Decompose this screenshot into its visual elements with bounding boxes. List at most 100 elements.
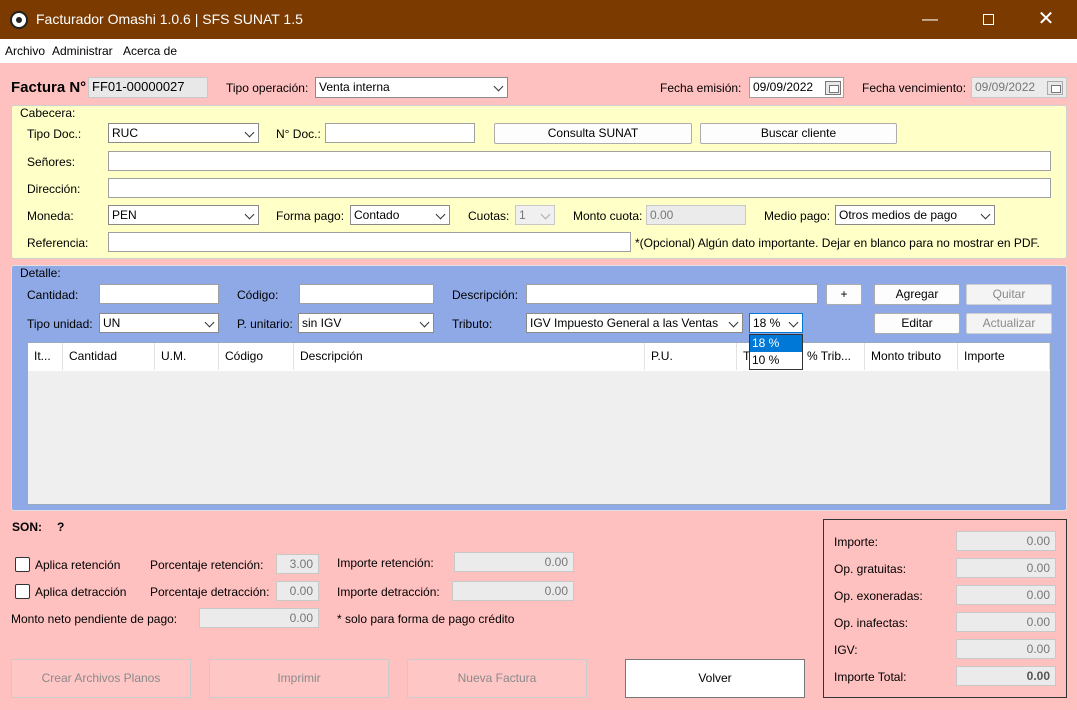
tipo-doc-label: Tipo Doc.: [27,127,82,141]
moneda-label: Moneda: [27,209,74,223]
fecha-vencimiento-label: Fecha vencimiento: [862,81,967,95]
medio-pago-label: Medio pago: [764,209,831,223]
menu-administrar[interactable]: Administrar [52,44,113,58]
fecha-emision-label: Fecha emisión: [660,81,742,95]
porcentaje-select[interactable]: 18 % [749,313,803,333]
chevron-down-icon [435,209,446,220]
monto-cuota-label: Monto cuota: [573,209,643,223]
senores-input[interactable] [108,151,1051,171]
window-title: Facturador Omashi 1.0.6 | SFS SUNAT 1.5 [36,11,303,27]
detalle-title: Detalle: [20,266,61,280]
moneda-select[interactable]: PEN [108,205,259,225]
close-icon[interactable]: ✕ [1017,0,1075,39]
editar-button[interactable]: Editar [874,313,960,334]
tributo-select[interactable]: IGV Impuesto General a las Ventas [526,313,743,333]
menu-archivo[interactable]: Archivo [5,44,45,58]
tipo-unidad-label: Tipo unidad: [27,317,93,331]
tipo-doc-select[interactable]: RUC [108,123,259,143]
calendar-icon[interactable] [825,81,841,95]
inafectas-label: Op. inafectas: [834,616,909,630]
tributo-label: Tributo: [452,317,493,331]
column-header-monto-tributo[interactable]: Monto tributo [865,343,958,370]
chevron-down-icon [980,209,991,220]
tipo-operacion-select[interactable]: Venta interna [315,77,508,98]
chevron-down-icon [728,317,739,328]
inafectas-value: 0.00 [956,612,1056,632]
dropdown-option-10[interactable]: 10 % [750,352,802,369]
codigo-label: Código: [237,288,279,302]
monto-neto-label: Monto neto pendiente de pago: [11,612,178,626]
importe-total-value: 0.00 [956,666,1056,686]
porcentaje-retencion-label: Porcentaje retención: [150,558,264,572]
p-unitario-select[interactable]: sin IGV [298,313,434,333]
column-header-item[interactable]: It... [28,343,63,370]
monto-cuota-input: 0.00 [646,205,746,225]
forma-pago-label: Forma pago: [276,209,345,223]
cantidad-input[interactable] [99,284,219,304]
medio-pago-select[interactable]: Otros medios de pago [835,205,995,225]
column-header-porc-tributo[interactable]: % Trib... [801,343,865,370]
chevron-down-icon [540,209,551,220]
igv-value: 0.00 [956,639,1056,659]
tipo-unidad-select[interactable]: UN [99,313,219,333]
aplica-retencion-label[interactable]: Aplica retención [35,558,120,572]
credito-note: * solo para forma de pago crédito [337,612,515,626]
chevron-down-icon [419,317,430,328]
column-header-descripcion[interactable]: Descripción [294,343,645,370]
monto-neto-input: 0.00 [199,608,319,628]
exoneradas-label: Op. exoneradas: [834,589,923,603]
importe-detraccion-input: 0.00 [452,581,574,601]
maximize-icon[interactable] [959,0,1017,39]
menu-bar: Archivo Administrar Acerca de [0,39,1077,63]
son-label: SON: [12,520,42,534]
items-table[interactable]: It... Cantidad U.M. Código Descripción P… [27,342,1051,505]
descripcion-label: Descripción: [452,288,519,302]
column-header-um[interactable]: U.M. [155,343,219,370]
minimize-icon[interactable]: — [901,0,959,39]
tipo-operacion-label: Tipo operación: [226,81,309,95]
column-header-codigo[interactable]: Código [219,343,294,370]
chevron-down-icon [204,317,215,328]
forma-pago-select[interactable]: Contado [350,205,450,225]
column-header-importe[interactable]: Importe [958,343,1050,370]
referencia-note: *(Opcional) Algún dato importante. Dejar… [635,236,1040,250]
dropdown-option-18[interactable]: 18 % [750,335,802,352]
actualizar-button: Actualizar [966,313,1052,334]
column-header-cantidad[interactable]: Cantidad [63,343,155,370]
p-unitario-label: P. unitario: [237,317,293,331]
descripcion-input[interactable] [526,284,818,304]
direccion-label: Dirección: [27,182,81,196]
senores-label: Señores: [27,155,76,169]
cuotas-label: Cuotas: [468,209,510,223]
volver-button[interactable]: Volver [625,659,805,698]
porcentaje-retencion-input: 3.00 [276,554,319,574]
chevron-down-icon [244,127,255,138]
crear-archivos-button: Crear Archivos Planos [11,659,191,698]
aplica-detraccion-checkbox[interactable] [15,584,30,599]
imprimir-button: Imprimir [209,659,389,698]
nro-doc-input[interactable] [325,123,475,143]
importe-label: Importe: [834,535,879,549]
son-value: ? [57,520,65,534]
buscar-cliente-button[interactable]: Buscar cliente [700,123,897,144]
menu-acerca-de[interactable]: Acerca de [123,44,177,58]
aplica-detraccion-label[interactable]: Aplica detracción [35,585,126,599]
porcentaje-detraccion-label: Porcentaje detracción: [150,585,270,599]
porcentaje-dropdown-list[interactable]: 18 % 10 % [749,334,803,370]
consulta-sunat-button[interactable]: Consulta SUNAT [494,123,692,144]
agregar-button[interactable]: Agregar [874,284,960,305]
cantidad-label: Cantidad: [27,288,79,302]
igv-label: IGV: [834,643,858,657]
importe-total-label: Importe Total: [834,670,907,684]
importe-retencion-input: 0.00 [454,552,574,572]
direccion-input[interactable] [108,178,1051,198]
cuotas-select: 1 [515,205,555,225]
chevron-down-icon [493,81,504,92]
referencia-input[interactable] [108,232,631,252]
column-header-pu[interactable]: P.U. [645,343,737,370]
aplica-retencion-checkbox[interactable] [15,557,30,572]
codigo-input[interactable] [299,284,434,304]
quitar-button: Quitar [966,284,1052,305]
add-product-button[interactable]: + [826,284,862,305]
gratuitas-value: 0.00 [956,558,1056,578]
